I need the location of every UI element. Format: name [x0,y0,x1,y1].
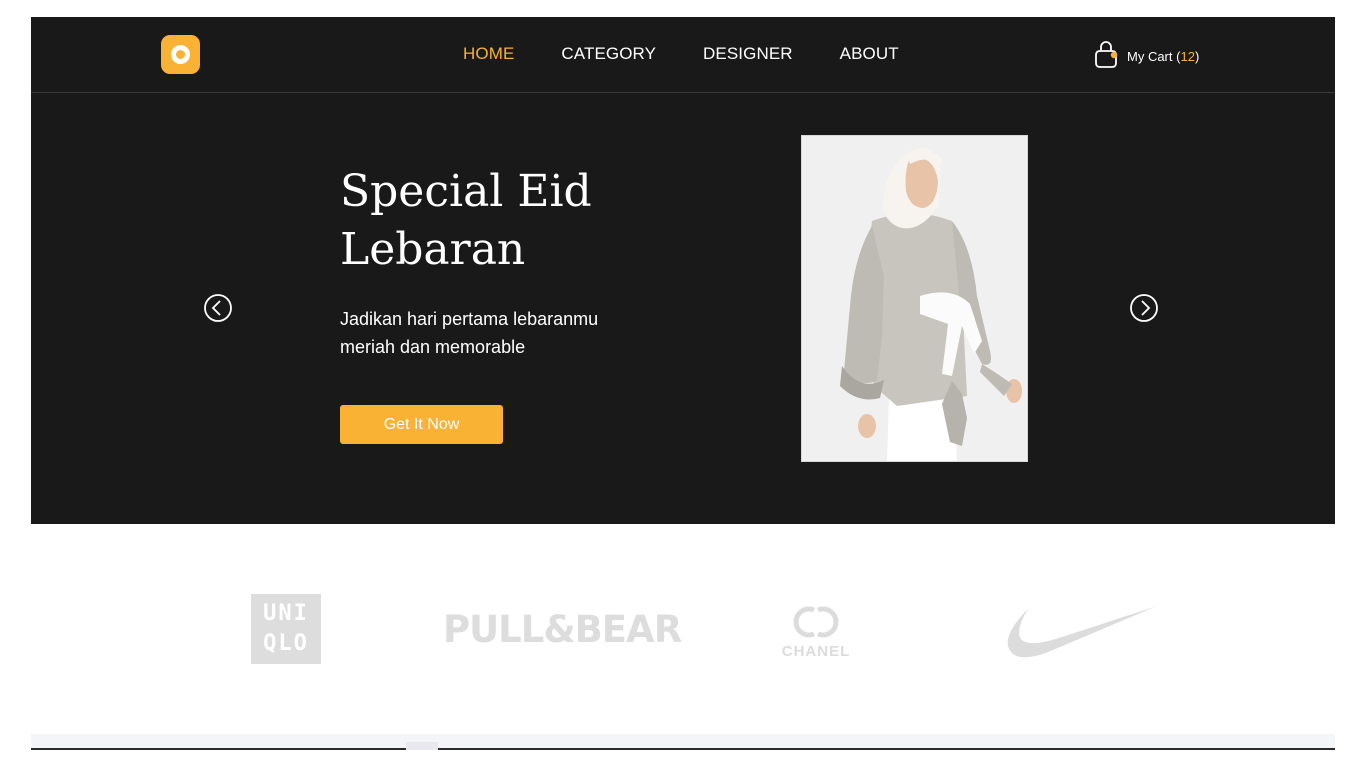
nav-designer[interactable]: DESIGNER [703,44,793,64]
site-logo[interactable] [161,35,200,74]
main-nav: HOME CATEGORY DESIGNER ABOUT [463,44,899,64]
cart-button[interactable]: My Cart (12) [1093,39,1199,69]
chanel-logo[interactable]: CHANEL [776,602,856,660]
uniqlo-logo[interactable]: UNI QLO [251,594,321,664]
page-frame: HOME CATEGORY DESIGNER ABOUT My Cart (12… [31,17,1335,524]
hero-title-line2: Lebaran [340,224,526,275]
hero-title: Special Eid Lebaran [340,163,640,279]
nav-about[interactable]: ABOUT [840,44,899,64]
cart-label: My Cart (12) [1127,49,1199,64]
shopping-bag-icon [1093,39,1119,69]
site-header: HOME CATEGORY DESIGNER ABOUT My Cart (12… [31,17,1335,93]
hero-subtitle-line1: Jadikan hari pertama lebaranmu [340,309,599,329]
get-it-now-button[interactable]: Get It Now [340,405,503,444]
pull-and-bear-logo[interactable]: PULL&BEAR [443,608,682,651]
uniqlo-line1: UNI [263,601,309,626]
hero-banner: Special Eid Lebaran Jadikan hari pertama… [31,93,1335,524]
logo-ring-icon [171,45,190,64]
uniqlo-line2: QLO [263,631,309,656]
nav-home[interactable]: HOME [463,44,514,64]
hero-product-image [801,135,1028,462]
cart-paren-close: ) [1194,48,1200,64]
nike-swoosh-logo[interactable] [1001,600,1157,665]
hero-subtitle: Jadikan hari pertama lebaranmu meriah da… [340,305,640,361]
chanel-wordmark: CHANEL [781,643,851,660]
cart-text: My Cart [1127,48,1173,64]
chanel-cc-icon [793,606,839,638]
nav-category[interactable]: CATEGORY [561,44,656,64]
footer-strip [31,734,1335,750]
chevron-right-circle-icon[interactable] [1129,293,1159,323]
scroll-indicator [406,742,438,750]
chevron-left-circle-icon[interactable] [203,293,233,323]
hero-subtitle-line2: meriah dan memorable [340,337,526,357]
hero-title-line1: Special Eid [340,166,592,217]
brand-logos: UNI QLO PULL&BEAR CHANEL [31,524,1335,734]
cart-count: 12 [1180,48,1195,64]
